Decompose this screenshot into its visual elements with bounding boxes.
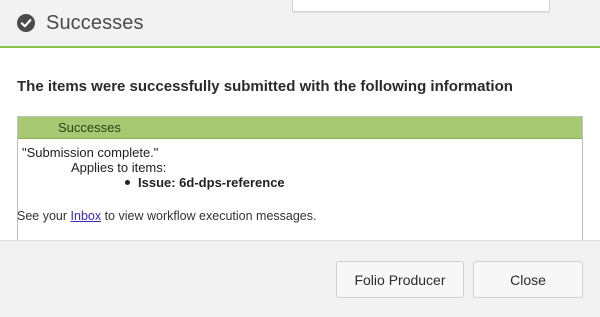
- dialog-title: Successes: [46, 11, 144, 34]
- dialog-body: The items were successfully submitted wi…: [0, 48, 600, 248]
- inbox-note-suffix: to view workflow execution messages.: [101, 209, 317, 223]
- successes-table-content: "Submission complete." Applies to items:…: [18, 139, 582, 190]
- dialog-header: Successes: [0, 0, 600, 46]
- bullet-icon: [125, 180, 130, 185]
- inbox-note-prefix: See your: [17, 209, 71, 223]
- applied-items-list: Issue: 6d-dps-reference: [22, 175, 582, 190]
- dialog-footer: Folio Producer Close: [0, 240, 600, 317]
- issue-label: Issue: 6d-dps-reference: [138, 175, 285, 190]
- success-dialog: Successes The items were successfully su…: [0, 0, 600, 317]
- inbox-link[interactable]: Inbox: [71, 209, 102, 223]
- successes-table: Successes "Submission complete." Applies…: [17, 116, 583, 248]
- applies-label: Applies to items:: [71, 160, 167, 175]
- close-button[interactable]: Close: [473, 261, 583, 298]
- list-item: Issue: 6d-dps-reference: [125, 175, 582, 190]
- submission-message: "Submission complete.": [22, 145, 159, 160]
- intro-text: The items were successfully submitted wi…: [17, 78, 513, 95]
- inbox-note: See your Inbox to view workflow executio…: [17, 209, 316, 223]
- folio-producer-button[interactable]: Folio Producer: [336, 261, 464, 298]
- check-circle-icon: [16, 13, 36, 33]
- successes-table-header: Successes: [18, 117, 582, 139]
